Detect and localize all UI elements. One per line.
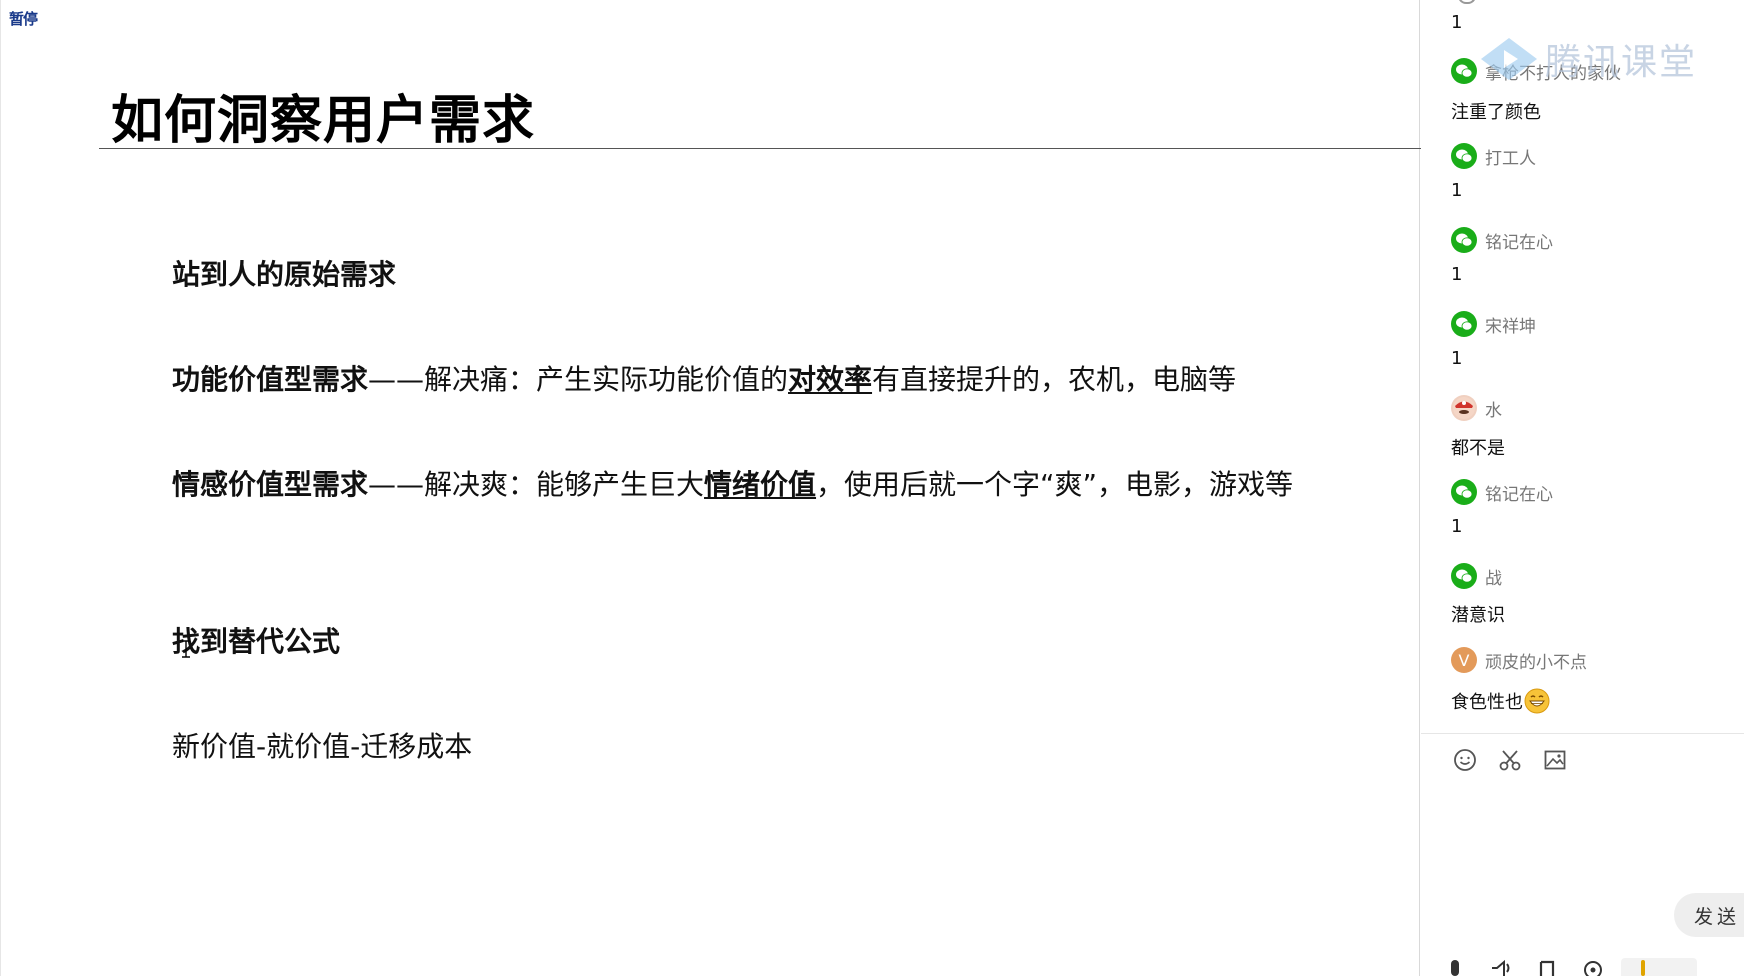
message-text: 注重了颜色 — [1451, 102, 1541, 123]
wechat-avatar-icon — [1451, 227, 1477, 253]
message-text: 1 — [1451, 348, 1463, 369]
wechat-avatar-icon — [1451, 563, 1477, 589]
v-avatar-icon: V — [1451, 647, 1477, 673]
functional-value-line: 功能价值型需求——解决痛：产生实际功能价值的对效率有直接提升的，农机，电脑等 — [172, 358, 1236, 398]
title-divider — [99, 148, 1421, 149]
wechat-avatar-icon — [1451, 58, 1477, 84]
emotional-value-line: 情感价值型需求——解决爽：能够产生巨大情绪价值，使用后就一个字“爽”，电影，游戏… — [172, 463, 1293, 503]
message-sender-row: 宋祥坤 — [1451, 310, 1536, 338]
emoji-icon[interactable] — [1451, 746, 1479, 774]
mario-avatar-icon — [1451, 395, 1477, 421]
formula-text: 新价值-就价值-迁移成本 — [172, 730, 473, 763]
sender-name: 顽皮的小不点 — [1485, 652, 1587, 673]
message-sender-row: 铭记在心 — [1451, 478, 1553, 506]
wechat-avatar-icon — [1451, 311, 1477, 337]
slide-canvas: 暂停 如何洞察用户需求 站到人的原始需求 功能价值型需求——解决痛：产生实际功能… — [0, 0, 1421, 976]
functional-dash: —— — [368, 363, 425, 396]
functional-value-label: 功能价值型需求 — [172, 363, 369, 396]
message-sender-row: 水 — [1451, 394, 1502, 422]
message-text: 1 — [1451, 264, 1463, 285]
pause-badge[interactable]: 暂停 — [9, 8, 38, 29]
message-sender-row: 打工人 — [1451, 142, 1536, 170]
functional-text-1: 解决痛：产生实际功能价值的 — [424, 363, 789, 396]
functional-emphasis: 对效率 — [788, 363, 873, 396]
functional-text-2: 有直接提升的，农机，电脑等 — [872, 363, 1237, 396]
grin-emoji-icon — [1524, 688, 1550, 714]
scissors-icon[interactable] — [1496, 746, 1524, 774]
emotional-dash: —— — [368, 468, 425, 501]
sender-name: 铭记在心 — [1485, 484, 1553, 505]
emotional-emphasis: 情绪价值 — [704, 468, 817, 501]
tencent-classroom-watermark: 腾讯课堂 — [1479, 34, 1697, 84]
wechat-avatar-icon — [1451, 143, 1477, 169]
emotional-value-label: 情感价值型需求 — [172, 468, 369, 501]
sender-name: 水 — [1485, 400, 1502, 421]
chat-message-list[interactable]: 1 拿枪不打人的家伙 注重了颜色 腾讯课堂 打工人 1 铭记在心 1 宋祥坤 1… — [1421, 0, 1744, 733]
sender-name: 宋祥坤 — [1485, 316, 1536, 337]
message-text: 都不是 — [1451, 438, 1505, 459]
chat-panel: 1 拿枪不打人的家伙 注重了颜色 腾讯课堂 打工人 1 铭记在心 1 宋祥坤 1… — [1421, 0, 1744, 976]
text-cursor-icon — [182, 640, 190, 658]
message-text: 1 — [1451, 516, 1463, 537]
hand-icon[interactable] — [1631, 956, 1655, 976]
message-text: 食色性也 — [1451, 692, 1523, 713]
message-text-row: 食色性也 — [1451, 688, 1550, 714]
section-heading-original-needs: 站到人的原始需求 — [172, 258, 397, 291]
emotional-text-1: 解决爽：能够产生巨大 — [424, 468, 705, 501]
sender-name: 打工人 — [1485, 148, 1536, 169]
emotional-text-2: ，使用后就一个字“爽”，电影，游戏等 — [816, 468, 1294, 501]
section-heading-substitution-formula: 找到替代公式 — [172, 625, 341, 658]
chat-input-divider — [1421, 733, 1744, 734]
message-sender-row: 战 — [1451, 562, 1502, 590]
bookmark-icon[interactable] — [1535, 956, 1559, 976]
message-sender-row: V 顽皮的小不点 — [1451, 646, 1587, 674]
message-sender-row: 铭记在心 — [1451, 226, 1553, 254]
location-icon[interactable] — [1581, 956, 1605, 976]
sender-name: 战 — [1485, 568, 1502, 589]
partial-avatar-icon — [1458, 0, 1476, 4]
message-text: 1 — [1451, 12, 1463, 33]
send-button[interactable]: 发送 — [1674, 893, 1744, 937]
play-logo-icon — [1481, 38, 1537, 80]
image-icon[interactable] — [1541, 746, 1569, 774]
mic-icon[interactable] — [1443, 956, 1467, 976]
speaker-icon[interactable] — [1489, 956, 1513, 976]
message-text: 潜意识 — [1451, 605, 1505, 626]
message-text: 1 — [1451, 180, 1463, 201]
sender-name: 铭记在心 — [1485, 232, 1553, 253]
slide-title: 如何洞察用户需求 — [111, 91, 536, 151]
wechat-avatar-icon — [1451, 479, 1477, 505]
